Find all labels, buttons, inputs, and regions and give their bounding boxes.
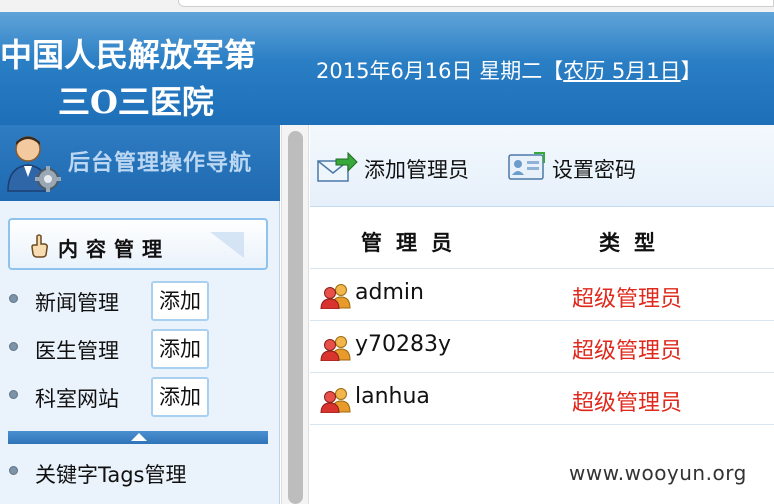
set-password-button[interactable]: 设置密码 <box>506 147 656 187</box>
sidebar-header: 后台管理操作导航 <box>0 125 280 201</box>
admin-name: lanhua <box>355 384 430 409</box>
users-icon <box>320 284 351 309</box>
collapse-section-bar[interactable] <box>8 431 268 444</box>
sidebar-item-label[interactable]: 新闻管理 <box>35 287 119 317</box>
date-text: 2015年6月16日 星期二【 <box>316 59 564 83</box>
section-content-management[interactable]: 内容管理 <box>8 218 268 270</box>
date-suffix: 】 <box>680 59 702 83</box>
sidebar-item-news[interactable]: 新闻管理 添加 <box>0 278 280 324</box>
mail-arrow-icon <box>317 151 358 182</box>
sidebar-title: 后台管理操作导航 <box>68 151 253 176</box>
collapse-arrow-icon <box>131 433 147 441</box>
admin-name: admin <box>355 280 424 305</box>
add-department-button[interactable]: 添加 <box>151 377 209 417</box>
hospital-name-line1: 中国人民解放军第 <box>0 36 257 74</box>
page-header: 中国人民解放军第 三O三医院 2015年6月16日 星期二【农历 5月1日】 <box>0 12 774 125</box>
sidebar-item-departments[interactable]: 科室网站 添加 <box>0 374 280 420</box>
admin-type: 超级管理员 <box>572 391 683 416</box>
table-row[interactable]: admin 超级管理员 <box>310 269 774 321</box>
browser-top-strip <box>0 0 774 12</box>
table-header: 管理员 类型 <box>310 207 774 269</box>
column-header-type: 类型 <box>599 231 669 255</box>
sidebar: 后台管理操作导航 内容管理 新闻管理 添加 医生管理 添加 科室网站 添加 关键… <box>0 125 280 504</box>
admin-type: 超级管理员 <box>572 287 683 312</box>
hand-pointer-icon <box>31 234 48 258</box>
main-content: 添加管理员 设置密码 管理员 类型 admin 超级管理员 y70283y 超级… <box>310 125 774 504</box>
id-card-icon <box>508 152 545 180</box>
admin-user-gear-icon <box>7 136 61 192</box>
top-input-edge <box>178 0 774 7</box>
watermark-text: www.wooyun.org <box>569 461 747 485</box>
set-password-label: 设置密码 <box>552 158 636 182</box>
admin-name: y70283y <box>355 332 452 357</box>
toolbar: 添加管理员 设置密码 <box>310 125 774 207</box>
users-icon <box>320 388 351 413</box>
add-doctor-button[interactable]: 添加 <box>151 329 209 369</box>
bullet-icon <box>9 294 18 303</box>
add-news-button[interactable]: 添加 <box>151 281 209 321</box>
add-admin-label: 添加管理员 <box>364 158 469 182</box>
bullet-icon <box>9 466 18 475</box>
sidebar-item-label[interactable]: 科室网站 <box>35 383 119 413</box>
bullet-icon <box>9 342 18 351</box>
bullet-icon <box>9 390 18 399</box>
sidebar-item-label[interactable]: 关键字Tags管理 <box>35 459 187 489</box>
users-icon <box>320 336 351 361</box>
lunar-date-link[interactable]: 农历 5月1日 <box>563 59 680 83</box>
table-row[interactable]: lanhua 超级管理员 <box>310 373 774 425</box>
sidebar-scrollbar[interactable] <box>281 125 309 504</box>
date-display: 2015年6月16日 星期二【农历 5月1日】 <box>316 55 702 85</box>
sidebar-item-doctors[interactable]: 医生管理 添加 <box>0 326 280 372</box>
sidebar-item-keyword-tags[interactable]: 关键字Tags管理 <box>0 450 280 496</box>
scrollbar-thumb[interactable] <box>288 131 303 504</box>
add-admin-button[interactable]: 添加管理员 <box>316 147 494 187</box>
admin-type: 超级管理员 <box>572 339 683 364</box>
section-corner-decoration <box>210 232 244 258</box>
section-label: 内容管理 <box>58 237 170 261</box>
column-header-admin: 管理员 <box>361 231 466 255</box>
table-row[interactable]: y70283y 超级管理员 <box>310 321 774 373</box>
sidebar-item-label[interactable]: 医生管理 <box>35 335 119 365</box>
hospital-name-line2: 三O三医院 <box>58 83 214 121</box>
